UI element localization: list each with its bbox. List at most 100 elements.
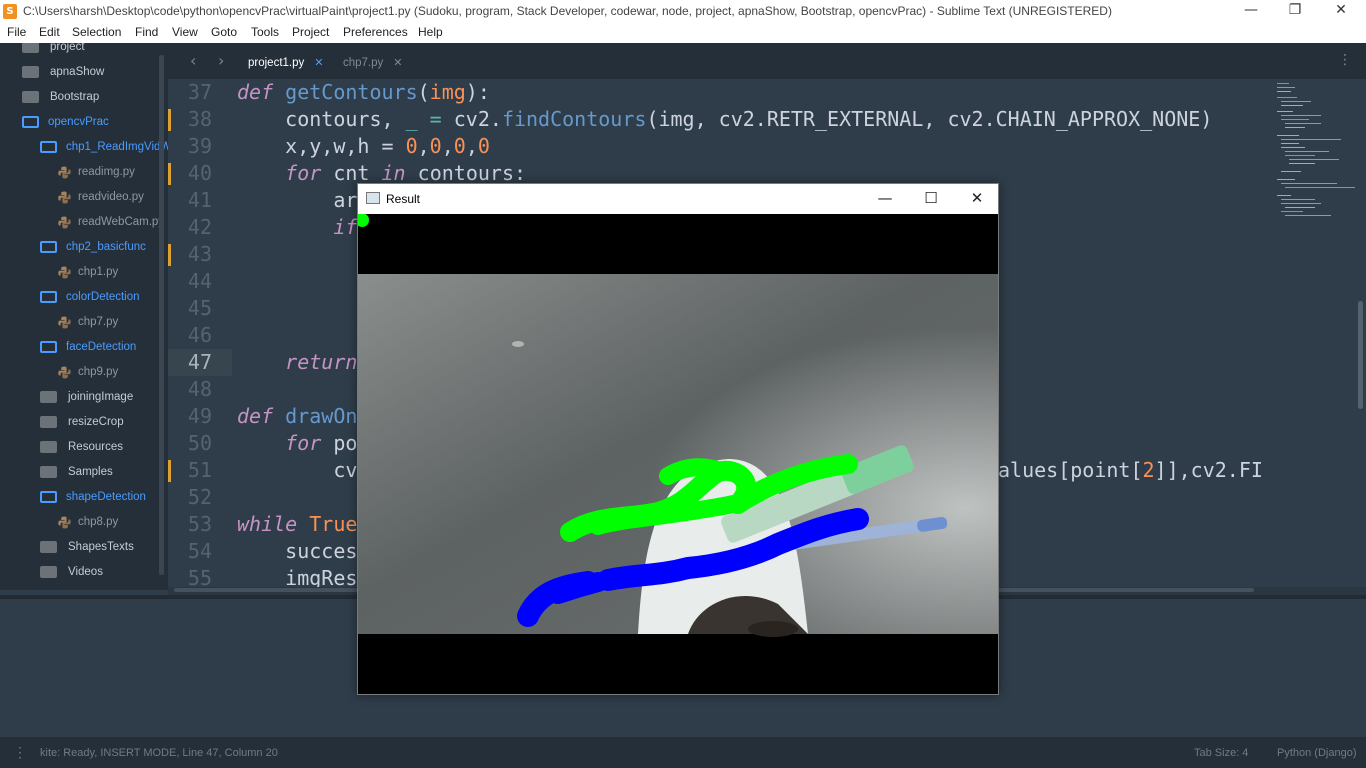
sidebar-item-apnashow[interactable]: apnaShow	[22, 62, 168, 82]
code-line[interactable]: ar	[237, 187, 357, 214]
tab-project1[interactable]: project1.py ✕	[248, 52, 323, 74]
result-minimize-button[interactable]: —	[862, 184, 908, 214]
line-number: 39	[187, 134, 212, 158]
folder-icon	[40, 566, 57, 578]
folder-icon	[22, 43, 39, 53]
sidebar-item-chp9-py[interactable]: chp9.py	[58, 362, 168, 382]
sidebar-item-label: chp1.py	[78, 266, 119, 278]
code-line[interactable]: succes	[237, 538, 357, 565]
sidebar-item-videos[interactable]: Videos	[40, 562, 168, 582]
code-line[interactable]: if	[237, 214, 357, 241]
code-line[interactable]: imgRes	[237, 565, 357, 587]
sidebar-item-samples[interactable]: Samples	[40, 462, 168, 482]
sidebar-item-label: project	[50, 43, 85, 53]
sidebar-item-label: Videos	[68, 566, 103, 578]
code-line[interactable]: x,y,w,h = 0,0,0,0	[237, 133, 490, 160]
sidebar-item-readvideo-py[interactable]: readvideo.py	[58, 187, 168, 207]
sidebar-item-label: readWebCam.py	[78, 216, 165, 228]
menu-view[interactable]: View	[172, 25, 198, 39]
sidebar-item-chp1-readimgvidwebcam[interactable]: chp1_ReadImgVidWebCam	[40, 137, 168, 157]
folder-icon	[22, 91, 39, 103]
sidebar-item-readwebcam-py[interactable]: readWebCam.py	[58, 212, 168, 232]
sidebar-item-chp8-py[interactable]: chp8.py	[58, 512, 168, 532]
menu-project[interactable]: Project	[292, 25, 329, 39]
line-number: 37	[187, 80, 212, 104]
line-number: 55	[187, 566, 212, 587]
menu-goto[interactable]: Goto	[211, 25, 237, 39]
more-options-icon[interactable]: ⋮	[1338, 52, 1352, 68]
sidebar-item-label: resizeCrop	[68, 416, 124, 428]
window-title: C:\Users\harsh\Desktop\code\python\openc…	[23, 4, 1112, 18]
sidebar-item-opencvprac[interactable]: opencvPrac	[22, 112, 168, 132]
line-number: 50	[187, 431, 212, 455]
webcam-frame-drawing	[358, 214, 998, 637]
status-text: kite: Ready, INSERT MODE, Line 47, Colum…	[40, 747, 278, 759]
menu-find[interactable]: Find	[135, 25, 158, 39]
python-file-icon	[58, 216, 71, 236]
syntax-indicator[interactable]: Python (Django)	[1277, 747, 1357, 759]
tab-close-icon[interactable]: ✕	[393, 57, 402, 69]
sidebar-item-chp1-py[interactable]: chp1.py	[58, 262, 168, 282]
sidebar-item-facedetection[interactable]: faceDetection	[40, 337, 168, 357]
result-maximize-button[interactable]: ☐	[908, 184, 954, 214]
line-number: 52	[187, 485, 212, 509]
sidebar-item-label: chp1_ReadImgVidWebCam	[66, 141, 168, 153]
minimize-button[interactable]: —	[1228, 0, 1274, 23]
sidebar-item-colordetection[interactable]: colorDetection	[40, 287, 168, 307]
sidebar-item-shapestexts[interactable]: ShapesTexts	[40, 537, 168, 557]
tab-chp7[interactable]: chp7.py ✕	[343, 52, 403, 74]
sidebar-item-project[interactable]: project	[22, 43, 168, 57]
line-number: 42	[187, 215, 212, 239]
code-line[interactable]: for po	[237, 430, 357, 457]
vertical-scrollbar[interactable]	[1356, 79, 1366, 587]
sidebar-item-chp2-basicfunc[interactable]: chp2_basicfunc	[40, 237, 168, 257]
result-window[interactable]: Result — ☐ ✕	[357, 183, 999, 695]
sidebar-item-label: chp2_basicfunc	[66, 241, 146, 253]
sidebar-item-chp7-py[interactable]: chp7.py	[58, 312, 168, 332]
sidebar-item-joiningimage[interactable]: joiningImage	[40, 387, 168, 407]
forward-arrow-icon[interactable]: ›	[218, 51, 224, 70]
sidebar-item-resources[interactable]: Resources	[40, 437, 168, 457]
window-app-icon	[366, 192, 380, 204]
code-line-tail[interactable]: alues[point[2]],cv2.FI	[998, 457, 1263, 484]
result-close-button[interactable]: ✕	[954, 184, 1000, 214]
line-number: 51	[187, 458, 212, 482]
code-line[interactable]: while True	[237, 511, 357, 538]
close-button[interactable]: ✕	[1318, 0, 1364, 23]
menu-preferences[interactable]: Preferences	[343, 25, 408, 39]
back-arrow-icon[interactable]: ‹	[190, 51, 196, 70]
maximize-button[interactable]: ❐	[1272, 0, 1318, 23]
sidebar-item-label: readimg.py	[78, 166, 135, 178]
sidebar-item-label: readvideo.py	[78, 191, 144, 203]
scrollbar-thumb[interactable]	[1358, 301, 1363, 409]
line-number: 49	[187, 404, 212, 428]
code-line[interactable]: def getContours(img):	[237, 79, 490, 106]
sidebar-item-shapedetection[interactable]: shapeDetection	[40, 487, 168, 507]
sidebar-item-bootstrap[interactable]: Bootstrap	[22, 87, 168, 107]
code-line[interactable]: return	[237, 349, 357, 376]
sidebar-item-readimg-py[interactable]: readimg.py	[58, 162, 168, 182]
menu-help[interactable]: Help	[418, 25, 443, 39]
code-line[interactable]: contours, _ = cv2.findContours(img, cv2.…	[237, 106, 1212, 133]
folder-open-icon	[40, 291, 57, 303]
line-number: 41	[187, 188, 212, 212]
sidebar-item-label: chp7.py	[78, 316, 119, 328]
code-line[interactable]: cv	[237, 457, 357, 484]
line-number: 46	[187, 323, 212, 347]
menu-selection[interactable]: Selection	[72, 25, 121, 39]
modified-line-marker	[168, 244, 171, 266]
sidebar-scrollbar[interactable]	[159, 55, 164, 575]
tab-size-indicator[interactable]: Tab Size: 4	[1194, 747, 1248, 759]
folder-open-icon	[40, 241, 57, 253]
code-line[interactable]: def drawOn	[237, 403, 357, 430]
status-bar: ⋮ kite: Ready, INSERT MODE, Line 47, Col…	[0, 737, 1366, 768]
tab-close-icon[interactable]: ✕	[314, 57, 323, 69]
result-title-bar[interactable]: Result — ☐ ✕	[358, 184, 998, 214]
line-number: 45	[187, 296, 212, 320]
sidebar-item-resizecrop[interactable]: resizeCrop	[40, 412, 168, 432]
menu-file[interactable]: File	[7, 25, 26, 39]
minimap[interactable]	[1273, 79, 1356, 587]
panel-menu-icon[interactable]: ⋮	[13, 744, 27, 761]
menu-edit[interactable]: Edit	[39, 25, 60, 39]
menu-tools[interactable]: Tools	[251, 25, 279, 39]
